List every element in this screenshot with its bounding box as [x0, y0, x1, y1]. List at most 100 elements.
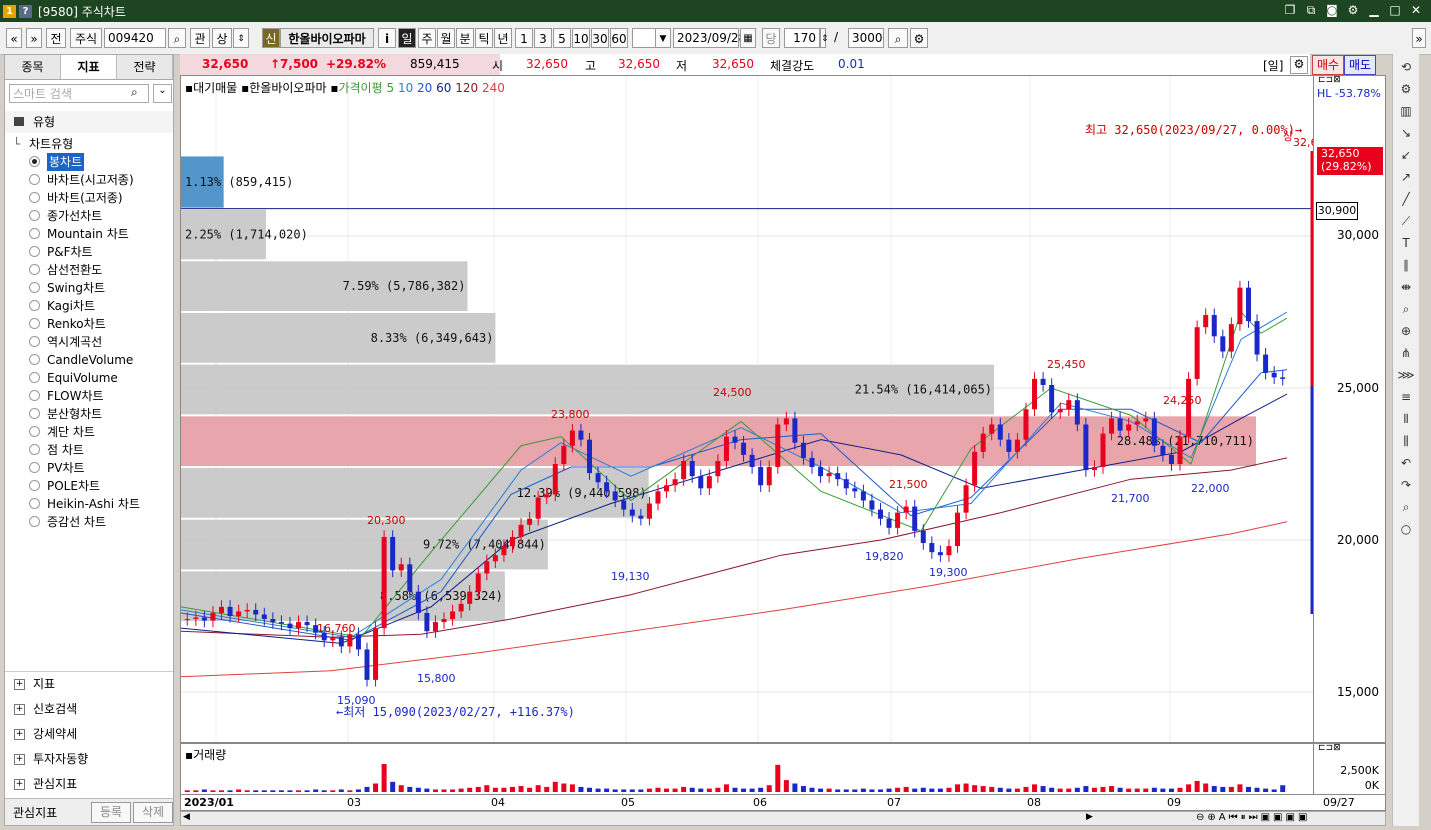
smart-search-input[interactable]: 스마트 검색 — [9, 84, 149, 103]
horizontal-scrollbar[interactable]: ◀ ▶ ⊖⊕A⏮⏸⏭▣▣▣▣ — [180, 811, 1386, 826]
register-button[interactable]: 등록 — [91, 802, 131, 823]
chart-type-item[interactable]: PV차트 — [5, 459, 173, 477]
period-minute[interactable]: 분 — [456, 28, 474, 48]
scale-icon[interactable]: ⊏⊐⊠ — [1318, 75, 1341, 85]
period-year[interactable]: 년 — [494, 28, 512, 48]
chart-type-item[interactable]: 증감선 차트 — [5, 513, 173, 531]
chart-type-item[interactable]: 봉차트 — [5, 153, 173, 171]
info-button[interactable]: i — [378, 28, 396, 48]
tab-indicator[interactable]: 지표 — [61, 55, 117, 79]
close-icon[interactable]: ✕ — [1409, 3, 1423, 17]
chart-type-item[interactable]: POLE차트 — [5, 477, 173, 495]
expand-plus-icon[interactable]: + — [14, 679, 25, 690]
scroll-left-icon[interactable]: ◀ — [183, 812, 190, 822]
chart-type-item[interactable]: 계단 차트 — [5, 423, 173, 441]
search-icon[interactable]: ⌕ — [168, 28, 186, 48]
interval-5[interactable]: 5 — [553, 28, 571, 48]
chart-type-item[interactable]: FLOW차트 — [5, 387, 173, 405]
prev-button[interactable]: 전 — [46, 28, 66, 48]
period-month[interactable]: 월 — [437, 28, 455, 48]
expand-plus-icon[interactable]: + — [14, 729, 25, 740]
chevron-down-icon[interactable]: ▼ — [655, 28, 671, 48]
radio-icon[interactable] — [29, 498, 40, 509]
radio-icon[interactable] — [29, 408, 40, 419]
count-spin-icon[interactable]: ⇕ — [820, 28, 829, 48]
radio-icon[interactable] — [29, 210, 40, 221]
radio-icon[interactable] — [29, 426, 40, 437]
radio-icon[interactable] — [29, 372, 40, 383]
chart-type-item[interactable]: 바차트(시고저종) — [5, 171, 173, 189]
radio-icon[interactable] — [29, 246, 40, 257]
tool-settings-icon[interactable]: ⚙ — [1395, 80, 1417, 98]
expand-plus-icon[interactable]: + — [14, 704, 25, 715]
buy-button[interactable]: 매수 — [1312, 55, 1344, 75]
redo-icon[interactable]: ↷ — [1395, 476, 1417, 494]
vertical-lines-icon[interactable]: ⦀ — [1395, 410, 1417, 428]
diagonal-tool-icon[interactable]: ╱ — [1395, 190, 1417, 208]
sang-button[interactable]: 상 — [212, 28, 232, 48]
cycle-lines-icon[interactable]: ⫼ — [1395, 432, 1417, 450]
undo-icon[interactable]: ↶ — [1395, 454, 1417, 472]
radio-icon[interactable] — [29, 300, 40, 311]
period-day[interactable]: 일 — [398, 28, 416, 48]
dang-button[interactable]: 당 — [762, 28, 780, 48]
trend-tool-icon[interactable]: ↗ — [1395, 168, 1417, 186]
radio-icon[interactable] — [29, 462, 40, 473]
chart-type-item[interactable]: 삼선전환도 — [5, 261, 173, 279]
radio-icon[interactable] — [29, 516, 40, 527]
camera-icon[interactable]: ◙ — [1325, 3, 1339, 17]
chart-type-icon[interactable]: ▥ — [1395, 102, 1417, 120]
group-item[interactable]: + 강세약세 — [5, 722, 173, 747]
zoom-in-icon[interactable]: ⌕ — [888, 28, 908, 48]
tree-root[interactable]: 차트유형 — [29, 135, 73, 153]
date-input[interactable]: 2023/09/28 — [673, 28, 746, 48]
chart-type-item[interactable]: Mountain 차트 — [5, 225, 173, 243]
fan-tool-icon[interactable]: ⋔ — [1395, 344, 1417, 362]
count-input[interactable]: 170 — [784, 28, 820, 48]
radio-icon[interactable] — [29, 156, 40, 167]
radio-icon[interactable] — [29, 174, 40, 185]
search-icon[interactable]: ⌕ — [131, 85, 138, 100]
chart-type-item[interactable]: P&F차트 — [5, 243, 173, 261]
interval-10[interactable]: 10 — [572, 28, 590, 48]
pin-tool-icon[interactable]: ⇼ — [1395, 278, 1417, 296]
volume-chart[interactable]: ▪거래량 — [180, 743, 1314, 795]
expand-icon[interactable]: » — [1412, 28, 1426, 48]
chart-settings-icon[interactable]: ⚙ — [1290, 56, 1308, 74]
gwan-button[interactable]: 관 — [190, 28, 210, 48]
text-tool-icon[interactable]: T — [1395, 234, 1417, 252]
gear-icon[interactable]: ⚙ — [1346, 3, 1360, 17]
radio-icon[interactable] — [29, 336, 40, 347]
volume-chart-canvas[interactable] — [181, 744, 1313, 794]
nav-next-button[interactable]: » — [26, 28, 42, 48]
sell-button[interactable]: 매도 — [1344, 55, 1376, 75]
chart-type-item[interactable]: Heikin-Ashi 차트 — [5, 495, 173, 513]
total-input[interactable]: 3000 — [848, 28, 884, 48]
chart-type-item[interactable]: EquiVolume — [5, 369, 173, 387]
chart-type-item[interactable]: 점 차트 — [5, 441, 173, 459]
scroll-right-icon[interactable]: ▶ — [1086, 812, 1093, 822]
chart-type-item[interactable]: 바차트(고저종) — [5, 189, 173, 207]
new-window-icon[interactable]: ❐ — [1283, 3, 1297, 17]
radio-icon[interactable] — [29, 264, 40, 275]
price-chart[interactable]: 1.13% (859,415) 2.25% (1,714,020) 7.59% (5… — [180, 75, 1314, 743]
tab-strategy[interactable]: 전략 — [117, 55, 173, 79]
expand-plus-icon[interactable]: + — [14, 754, 25, 765]
nav-prev-button[interactable]: « — [6, 28, 22, 48]
calendar-icon[interactable]: ▦ — [740, 28, 756, 48]
chart-type-item[interactable]: Swing차트 — [5, 279, 173, 297]
radio-icon[interactable] — [29, 444, 40, 455]
copy-icon[interactable]: ⧉ — [1304, 3, 1318, 17]
fibo-tool-icon[interactable]: ≡ — [1395, 388, 1417, 406]
chart-type-item[interactable]: 분산형차트 — [5, 405, 173, 423]
radio-icon[interactable] — [29, 282, 40, 293]
chart-type-item[interactable]: Kagi차트 — [5, 297, 173, 315]
interval-30[interactable]: 30 — [591, 28, 609, 48]
circle-tool-icon[interactable]: ○ — [1395, 520, 1417, 538]
market-select[interactable]: 주식 — [70, 28, 102, 48]
price-chart-canvas[interactable]: 1.13% (859,415) 2.25% (1,714,020) 7.59% (5… — [181, 76, 1313, 742]
radio-icon[interactable] — [29, 318, 40, 329]
help-icon[interactable]: ? — [19, 4, 32, 18]
magnify-icon[interactable]: ⌕ — [1395, 300, 1417, 318]
expand-plus-icon[interactable]: + — [14, 779, 25, 790]
